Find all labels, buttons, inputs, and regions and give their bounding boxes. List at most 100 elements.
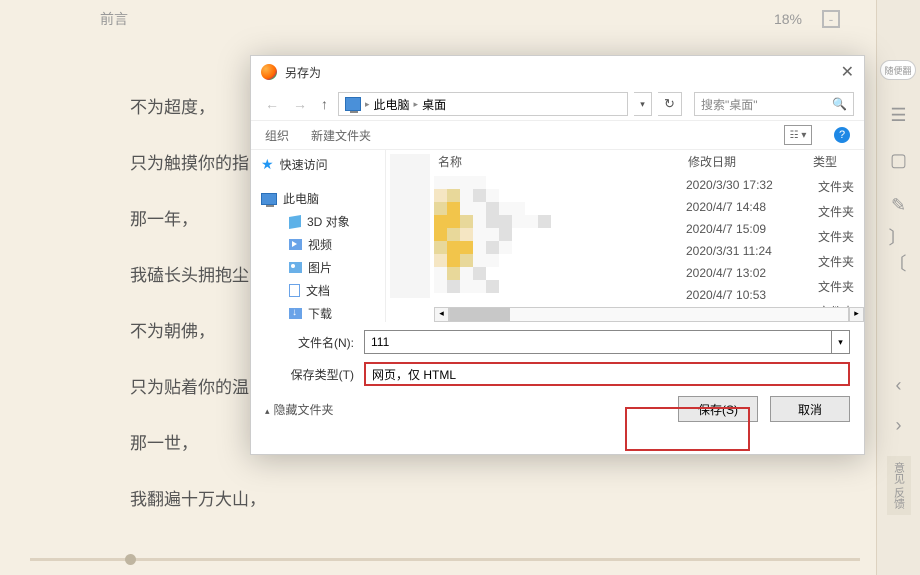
progress-percent: 18% [774,11,802,27]
edit-icon[interactable]: ✎ [889,195,909,215]
page-title: 前言 [100,9,774,29]
feedback-button[interactable]: 意见 反馈 [887,456,911,515]
dialog-body: ★快速访问 此电脑 3D 对象 视频 图片 文档 下载 名称 修改日期 类型 [251,150,864,322]
cube-icon [289,214,301,228]
columns-icon[interactable]: 〕〔 [889,240,909,260]
tree-documents[interactable]: 文档 [289,282,385,299]
path-dropdown[interactable]: ▾ [634,92,652,116]
video-icon [289,239,302,250]
random-flip-button[interactable]: 随便翻 [880,60,916,80]
filename-row: 文件名(N): 111 ▾ [265,330,850,354]
filetype-row: 保存类型(T) 网页，仅 HTML [265,362,850,386]
col-date[interactable]: 修改日期 [688,153,813,170]
chevron-left-icon[interactable]: ‹ [889,376,909,396]
chevron-right-icon[interactable]: › [889,416,909,436]
dialog-title: 另存为 [285,64,841,81]
col-type[interactable]: 类型 [813,153,837,170]
close-icon[interactable]: ✕ [841,62,854,82]
firefox-icon [261,64,277,80]
save-as-dialog: 另存为 ✕ ← → ↑ ▸ 此电脑 ▸ 桌面 ▾ ↻ 搜索"桌面" 🔍 组织 新… [250,55,865,455]
bookmark-ribbon-icon[interactable]: ▢ [889,150,909,170]
computer-icon [261,193,277,205]
poem-line: 不为超度， [130,80,266,136]
filename-label: 文件名(N): [265,334,360,351]
column-headers: 名称 修改日期 类型 [434,150,864,172]
dialog-footer: ▴隐藏文件夹 保存(S) 取消 [251,390,864,432]
path-breadcrumb[interactable]: ▸ 此电脑 ▸ 桌面 [338,92,628,116]
poem-line: 那一世， [130,416,266,472]
poem-line: 我磕长头拥抱尘 [130,248,266,304]
address-bar: ← → ↑ ▸ 此电脑 ▸ 桌面 ▾ ↻ 搜索"桌面" 🔍 [251,88,864,120]
search-icon: 🔍 [832,97,847,111]
censored-filenames [434,176,684,306]
col-name[interactable]: 名称 [438,153,688,170]
form-fields: 文件名(N): 111 ▾ 保存类型(T) 网页，仅 HTML [251,322,864,390]
file-date: 2020/3/30 17:32 [686,178,773,192]
folder-tree: ★快速访问 此电脑 3D 对象 视频 图片 文档 下载 [251,150,386,322]
poem-line: 我翻遍十万大山， [130,472,266,528]
tree-videos[interactable]: 视频 [289,236,385,253]
poem-line: 只为贴着你的温 [130,360,266,416]
organize-menu[interactable]: 组织 [265,127,289,144]
refresh-icon[interactable]: ↻ [658,92,682,116]
view-mode-button[interactable]: ☷ ▾ [784,125,812,145]
scroll-thumb[interactable] [450,308,510,321]
file-type: 文件夹 [818,278,854,295]
tree-quick-access[interactable]: ★快速访问 [261,156,385,173]
breadcrumb-desktop[interactable]: 桌面 [422,96,446,113]
horizontal-scrollbar[interactable]: ◂ ▸ [434,307,864,322]
tree-pictures[interactable]: 图片 [289,259,385,276]
scroll-right-icon[interactable]: ▸ [849,307,864,322]
scroll-track[interactable] [449,307,849,322]
chevron-right-icon: ▸ [414,99,419,110]
slider-thumb[interactable] [125,554,136,565]
breadcrumb-computer[interactable]: 此电脑 [374,96,410,113]
bookmark-icon[interactable]: - [822,10,840,28]
file-type: 文件夹 [818,203,854,220]
search-placeholder: 搜索"桌面" [701,96,826,113]
picture-icon [289,262,302,273]
star-icon: ★ [261,156,274,173]
dropdown-icon[interactable]: ▾ [831,331,849,353]
filetype-select[interactable]: 网页，仅 HTML [364,362,850,386]
computer-icon [345,97,361,111]
file-date: 2020/3/31 11:24 [686,244,773,258]
download-icon [289,308,302,319]
tree-this-pc[interactable]: 此电脑 [261,190,385,207]
hide-folders-toggle[interactable]: ▴隐藏文件夹 [265,401,334,418]
tree-3d-objects[interactable]: 3D 对象 [289,213,385,230]
tree-downloads[interactable]: 下载 [289,305,385,322]
page-header: 前言 18% - [0,0,920,38]
file-type: 文件夹 [818,228,854,245]
poem-content: 不为超度， 只为触摸你的指 那一年， 我磕长头拥抱尘 不为朝佛， 只为贴着你的温… [130,80,266,528]
poem-line: 只为触摸你的指 [130,136,266,192]
dialog-toolbar: 组织 新建文件夹 ☷ ▾ ? [251,120,864,150]
poem-line: 不为朝佛， [130,304,266,360]
dialog-titlebar: 另存为 ✕ [251,56,864,88]
forward-icon[interactable]: → [289,96,311,112]
file-date: 2020/4/7 15:09 [686,222,773,236]
file-type: 文件夹 [818,253,854,270]
document-icon [289,284,300,297]
help-icon[interactable]: ? [834,127,850,143]
chevron-right-icon: ▸ [365,99,370,110]
filetype-label: 保存类型(T) [265,366,360,383]
file-date: 2020/4/7 10:53 [686,288,773,302]
new-folder-button[interactable]: 新建文件夹 [311,127,371,144]
file-dates: 2020/3/30 17:32 2020/4/7 14:48 2020/4/7 … [686,178,773,302]
progress-slider[interactable] [30,558,860,561]
highlight-box [625,407,750,451]
file-type: 文件夹 [818,178,854,195]
up-icon[interactable]: ↑ [317,96,332,112]
search-input[interactable]: 搜索"桌面" 🔍 [694,92,854,116]
file-list: 名称 修改日期 类型 2020/3/30 17:32 2020/4/7 14:4… [386,150,864,322]
file-date: 2020/4/7 14:48 [686,200,773,214]
filename-input[interactable]: 111 ▾ [364,330,850,354]
list-icon[interactable]: ☰ [889,105,909,125]
cancel-button[interactable]: 取消 [770,396,850,422]
back-icon[interactable]: ← [261,96,283,112]
right-sidebar: 随便翻 ☰ ▢ ✎ 〕〔 ‹ › 意见 反馈 [876,0,920,575]
scroll-left-icon[interactable]: ◂ [434,307,449,322]
poem-line: 那一年， [130,192,266,248]
file-date: 2020/4/7 13:02 [686,266,773,280]
